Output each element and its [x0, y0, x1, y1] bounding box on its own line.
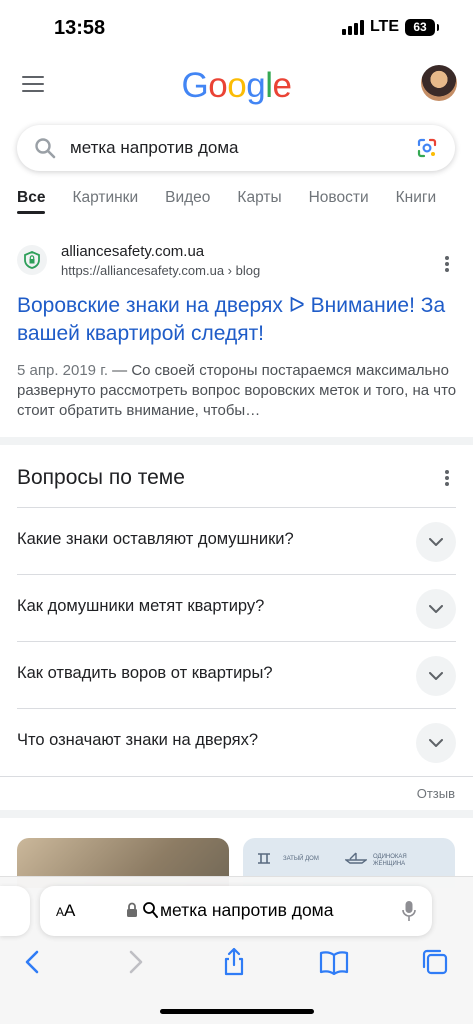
question-text: Что означают знаки на дверях?: [17, 731, 259, 749]
browser-toolbar: [0, 947, 473, 987]
question-text: Как отвадить воров от квартиры?: [17, 664, 273, 682]
avatar[interactable]: [421, 65, 457, 101]
image-caption: ЗАТЫЙ ДОМ: [283, 856, 319, 862]
shield-icon: [24, 251, 40, 269]
logo-letter: o: [208, 66, 228, 105]
reader-settings-button[interactable]: AA: [56, 901, 75, 921]
status-time: 13:58: [54, 17, 106, 39]
search-tabs: Все Картинки Видео Карты Новости Книги: [0, 186, 473, 226]
tabs-icon[interactable]: [420, 947, 450, 977]
logo-letter: e: [272, 66, 292, 105]
tab-video[interactable]: Видео: [165, 186, 210, 226]
status-bar: 13:58 LTE 63: [0, 0, 473, 56]
home-indicator: [160, 1009, 314, 1014]
lock-icon: [127, 902, 137, 917]
tab-maps[interactable]: Карты: [237, 186, 281, 226]
section-divider: [0, 437, 473, 445]
google-header: Google: [0, 60, 473, 112]
question-item[interactable]: Что означают знаки на дверях?: [17, 708, 456, 775]
search-icon[interactable]: [33, 136, 57, 160]
tab-all[interactable]: Все: [17, 186, 46, 226]
image-caption: ОДИНОКАЯ ЖЕНЩИНА: [373, 854, 407, 867]
question-text: Как домушники метят квартиру?: [17, 597, 265, 615]
chevron-down-icon[interactable]: [416, 589, 456, 629]
search-icon: [143, 902, 158, 918]
google-logo[interactable]: Google: [0, 66, 473, 106]
chevron-down-icon[interactable]: [416, 656, 456, 696]
result-more-icon[interactable]: [445, 256, 449, 274]
forward-icon[interactable]: [120, 947, 150, 977]
chevron-down-icon[interactable]: [416, 723, 456, 763]
related-questions-title: Вопросы по теме: [17, 466, 185, 489]
question-item[interactable]: Как домушники метят квартиру?: [17, 574, 456, 641]
questions-bottom-border: [0, 776, 473, 777]
result-title-link[interactable]: Воровские знаки на дверях ᐅ Внимание! За…: [17, 292, 457, 348]
browser-bottom-bar: AA метка напротив дома: [0, 876, 473, 1024]
house-icon: [258, 853, 270, 864]
signal-icon: [341, 19, 364, 35]
microphone-icon[interactable]: [402, 900, 416, 922]
battery-icon: 63: [405, 18, 439, 36]
tab-books[interactable]: Книги: [396, 186, 437, 226]
back-icon[interactable]: [18, 947, 48, 977]
bookmarks-icon[interactable]: [319, 947, 349, 977]
logo-letter: o: [227, 66, 247, 105]
share-icon[interactable]: [219, 947, 249, 977]
question-item[interactable]: Какие знаки оставляют домушники?: [17, 507, 456, 574]
search-input[interactable]: метка напротив дома: [70, 138, 239, 158]
address-text[interactable]: метка напротив дома: [160, 900, 333, 921]
logo-letter: g: [246, 66, 266, 105]
boat-icon: [345, 852, 367, 864]
logo-letter: G: [181, 66, 209, 105]
previous-tab-preview[interactable]: [0, 886, 30, 936]
question-text: Какие знаки оставляют домушники?: [17, 530, 294, 548]
site-url[interactable]: https://alliancesafety.com.ua › blog: [61, 263, 260, 278]
section-divider: [0, 810, 473, 818]
question-item[interactable]: Как отвадить воров от квартиры?: [17, 641, 456, 708]
chevron-down-icon[interactable]: [416, 522, 456, 562]
network-type: LTE: [369, 18, 399, 35]
site-favicon: [17, 245, 47, 275]
google-lens-icon[interactable]: [415, 136, 439, 160]
result-snippet: 5 апр. 2019 г. — Со своей стороны постар…: [17, 361, 457, 421]
tab-images[interactable]: Картинки: [72, 186, 138, 226]
related-more-icon[interactable]: [445, 470, 449, 488]
site-name[interactable]: alliancesafety.com.ua: [61, 243, 204, 260]
tab-news[interactable]: Новости: [309, 186, 369, 226]
result-date: 5 апр. 2019 г.: [17, 362, 108, 379]
address-bar[interactable]: AA метка напротив дома: [40, 886, 432, 936]
feedback-link[interactable]: Отзыв: [417, 786, 455, 801]
status-indicators: LTE 63: [341, 18, 439, 36]
search-box[interactable]: метка напротив дома: [17, 125, 455, 171]
